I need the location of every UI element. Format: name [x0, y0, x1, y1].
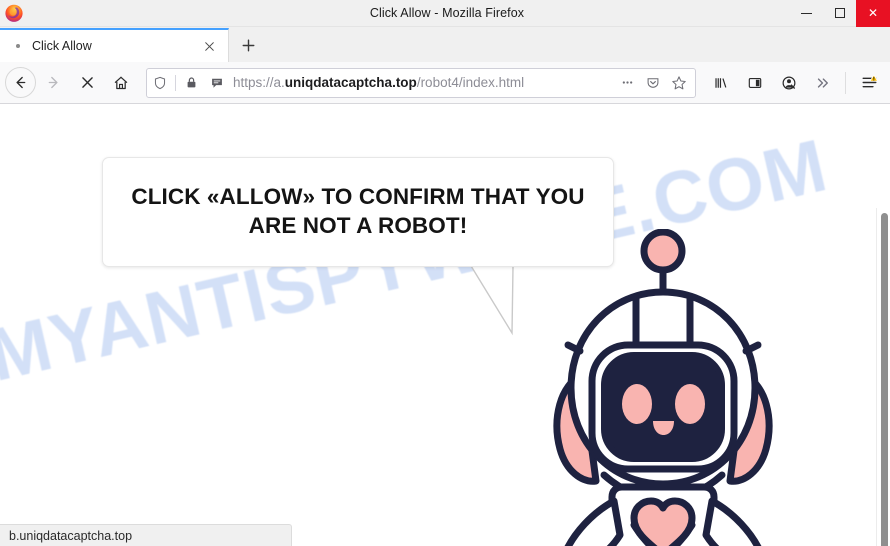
minimize-button[interactable]: [790, 0, 823, 27]
tracking-protection-shield-icon[interactable]: [147, 69, 173, 97]
tab-favicon-icon: [10, 38, 26, 54]
lock-icon[interactable]: [178, 69, 204, 97]
url-actions: [614, 69, 695, 97]
browser-tab[interactable]: Click Allow: [0, 28, 229, 62]
home-button[interactable]: [104, 66, 138, 100]
notification-permission-icon[interactable]: [204, 69, 230, 97]
star-icon[interactable]: [666, 69, 692, 97]
scrollbar-thumb[interactable]: [881, 213, 888, 546]
title-bar: Click Allow - Mozilla Firefox ✕: [0, 0, 890, 27]
url-scheme: https://: [233, 75, 274, 90]
identity-separator: [175, 74, 176, 91]
sidebar-icon[interactable]: [738, 66, 772, 100]
identity-box[interactable]: [147, 69, 230, 97]
overflow-menu-icon[interactable]: [806, 66, 840, 100]
maximize-button[interactable]: [823, 0, 856, 27]
forward-button[interactable]: [36, 66, 70, 100]
pocket-icon[interactable]: [640, 69, 666, 97]
status-bar: b.uniqdatacaptcha.top: [0, 524, 292, 546]
bubble-line-1: CLICK «ALLOW» TO CONFIRM THAT YOU: [131, 184, 585, 210]
firefox-logo-icon: [4, 3, 24, 23]
url-bar[interactable]: https://a.uniqdatacaptcha.top/robot4/ind…: [146, 67, 696, 98]
firefox-window: Click Allow - Mozilla Firefox ✕ Click Al…: [0, 0, 890, 546]
bubble-line-2: ARE NOT A ROBOT!: [248, 213, 468, 238]
close-tab-icon[interactable]: [197, 34, 221, 58]
robot-illustration: [553, 229, 773, 546]
page-actions-icon[interactable]: [614, 69, 640, 97]
stop-loading-button[interactable]: [70, 66, 104, 100]
bubble-message: CLICK «ALLOW» TO CONFIRM THAT YOU ARE NO…: [131, 183, 584, 240]
navigation-toolbar: https://a.uniqdatacaptcha.top/robot4/ind…: [0, 62, 890, 104]
app-menu-button[interactable]: [851, 66, 887, 100]
new-tab-button[interactable]: [229, 28, 267, 62]
toolbar-separator: [845, 71, 846, 94]
page-content: MYANTISPYWARE.COM CLICK «ALLOW» TO CONFI…: [0, 104, 890, 546]
toolbar-right-cluster: [704, 66, 890, 100]
status-link-target: b.uniqdatacaptcha.top: [9, 528, 133, 543]
vertical-scrollbar[interactable]: [876, 208, 890, 546]
account-icon[interactable]: [772, 66, 806, 100]
window-title: Click Allow - Mozilla Firefox: [369, 6, 525, 20]
url-path: /robot4/index.html: [416, 75, 525, 90]
close-window-button[interactable]: ✕: [856, 0, 890, 27]
tab-title: Click Allow: [32, 39, 92, 53]
url-subdomain: a.: [273, 75, 285, 90]
back-button[interactable]: [5, 67, 36, 98]
tab-strip: Click Allow: [0, 27, 890, 62]
speech-bubble: CLICK «ALLOW» TO CONFIRM THAT YOU ARE NO…: [102, 157, 614, 267]
url-domain: uniqdatacaptcha.top: [284, 75, 417, 90]
url-text[interactable]: https://a.uniqdatacaptcha.top/robot4/ind…: [233, 75, 614, 90]
library-icon[interactable]: [704, 66, 738, 100]
window-controls: ✕: [790, 0, 890, 27]
